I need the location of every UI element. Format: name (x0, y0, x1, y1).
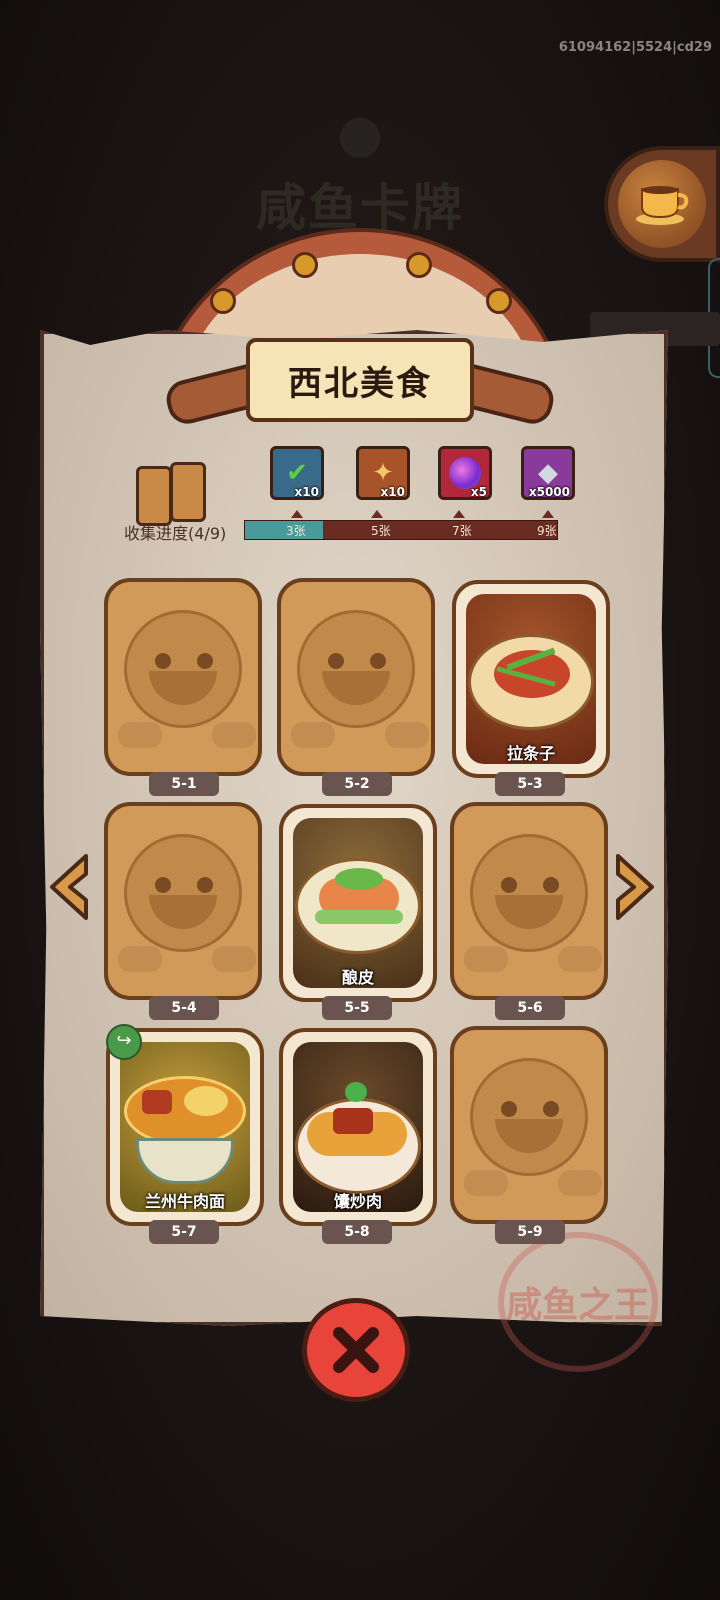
share-icon[interactable]: ↪ (106, 1024, 142, 1060)
debug-id-text: 61094162|5524|cd29 (558, 40, 712, 55)
card-5-9[interactable] (450, 1026, 608, 1224)
card-id-label: 5-4 (149, 996, 219, 1020)
tier-label: 3张 (286, 524, 306, 538)
tier-label: 9张 (537, 524, 557, 538)
card-id-label: 5-2 (322, 772, 392, 796)
tier-marker-3 (453, 510, 465, 518)
dish-image (120, 1042, 250, 1212)
reward-3[interactable]: x5 (438, 446, 492, 500)
coffee-button[interactable] (604, 146, 720, 262)
card-id-label: 5-3 (495, 772, 565, 796)
card-5-8[interactable]: 馕炒肉 (279, 1028, 437, 1226)
card-id-label: 5-1 (149, 772, 219, 796)
dish-image (293, 818, 423, 988)
card-5-6[interactable] (450, 802, 608, 1000)
progress-fill (245, 521, 323, 539)
close-icon (333, 1327, 379, 1373)
background-title-icon (340, 118, 380, 158)
card-id-label: 5-7 (149, 1220, 219, 1244)
reward-4[interactable]: ◆ x5000 (521, 446, 575, 500)
tier-label: 7张 (452, 524, 472, 538)
coffee-cup-icon (618, 160, 706, 248)
panel-title: 西北美食 (288, 363, 432, 404)
reward-2[interactable]: ✦ x10 (356, 446, 410, 500)
tier-marker-2 (371, 510, 383, 518)
collection-progress-label: 收集进度(4/9) (124, 524, 227, 543)
reward-1[interactable]: ✔ x10 (270, 446, 324, 500)
card-id-label: 5-8 (322, 1220, 392, 1244)
title-ribbon: 西北美食 (246, 338, 474, 422)
wax-stamp: 咸鱼之王 (498, 1232, 658, 1372)
dish-image (293, 1042, 423, 1212)
card-id-label: 5-9 (495, 1220, 565, 1244)
close-button[interactable] (302, 1298, 410, 1402)
card-5-3[interactable]: 拉条子 (452, 580, 610, 778)
prev-page-arrow-icon[interactable] (46, 852, 90, 922)
card-id-label: 5-5 (322, 996, 392, 1020)
card-5-2[interactable] (277, 578, 435, 776)
collection-book-icon (136, 462, 214, 528)
tier-marker-4 (542, 510, 554, 518)
tier-label: 5张 (371, 524, 391, 538)
card-5-5[interactable]: 酿皮 (279, 804, 437, 1002)
dish-image (466, 594, 596, 764)
tier-marker-1 (291, 510, 303, 518)
card-5-4[interactable] (104, 802, 262, 1000)
next-page-arrow-icon[interactable] (614, 852, 658, 922)
card-5-1[interactable] (104, 578, 262, 776)
card-id-label: 5-6 (495, 996, 565, 1020)
